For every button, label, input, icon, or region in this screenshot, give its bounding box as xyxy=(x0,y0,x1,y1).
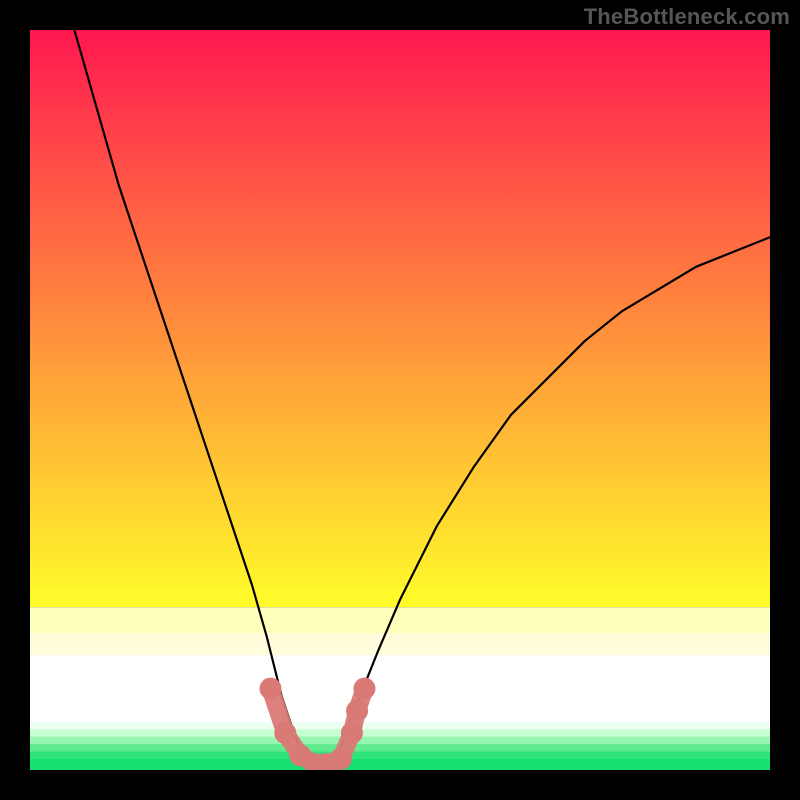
chart-svg xyxy=(30,30,770,770)
watermark-text: TheBottleneck.com xyxy=(584,4,790,30)
chart-background xyxy=(30,30,770,770)
chart-frame: TheBottleneck.com xyxy=(0,0,800,800)
chart-plot-area xyxy=(30,30,770,770)
